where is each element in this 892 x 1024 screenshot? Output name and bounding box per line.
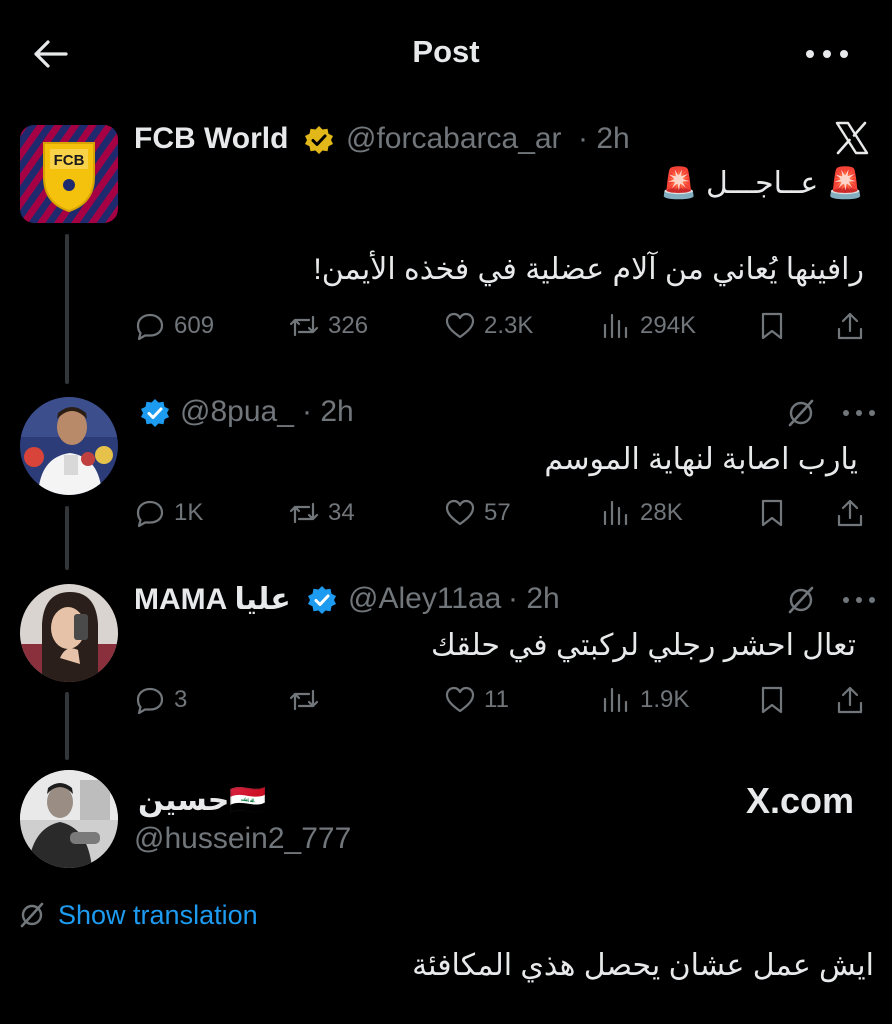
x-logo-icon [835, 121, 869, 155]
repost-count: 326 [328, 312, 369, 339]
verified-blue-badge-icon [308, 586, 336, 614]
reply-count: 609 [174, 312, 215, 339]
author-name[interactable]: حسين🇮🇶 [138, 783, 267, 818]
reply-count: 1K [174, 499, 204, 526]
bookmark-icon [761, 312, 783, 340]
action-bar: 609 326 2.3K 294K [134, 306, 874, 346]
reply-button[interactable]: 1K [134, 493, 203, 533]
repost-button[interactable]: 326 [288, 306, 368, 346]
svg-text:FCB: FCB [54, 152, 85, 169]
author-name[interactable]: MAMA عليا [134, 582, 291, 617]
share-icon [837, 686, 863, 714]
repost-icon [289, 315, 319, 337]
heart-icon [445, 312, 475, 339]
translate-icon [20, 902, 44, 928]
more-horizontal-icon[interactable] [804, 44, 850, 64]
repost-count: 34 [328, 499, 355, 526]
author-handle[interactable]: @hussein2_777 [134, 822, 351, 856]
thread-line [65, 234, 69, 384]
post-time[interactable]: · 2h [508, 582, 560, 616]
post-text: 🚨 عــاجـــل 🚨 [660, 167, 864, 200]
bookmark-button[interactable] [756, 680, 796, 720]
share-button[interactable] [834, 493, 874, 533]
view-count: 294K [640, 312, 697, 339]
views-button[interactable]: 1.9K [600, 680, 689, 720]
reply-icon [136, 313, 164, 341]
reply-icon [136, 687, 164, 715]
reply-button[interactable]: 3 [134, 680, 187, 720]
bookmark-icon [761, 686, 783, 714]
share-icon [837, 312, 863, 340]
action-bar: 3 11 1.9K [134, 680, 874, 720]
bookmark-icon [761, 499, 783, 527]
grok-icon[interactable] [786, 585, 816, 615]
share-icon [837, 499, 863, 527]
thread-line [65, 692, 69, 760]
repost-icon [289, 502, 319, 524]
show-translation-label: Show translation [58, 899, 258, 930]
reply-button[interactable]: 609 [134, 306, 214, 346]
post-text: تعال احشر رجلي لركبتي في حلقك [431, 629, 856, 662]
author-handle[interactable]: @forcabarca_ar [346, 122, 562, 156]
views-icon [603, 313, 628, 339]
verified-gold-badge-icon [305, 126, 333, 154]
view-count: 28K [640, 499, 683, 526]
author-name[interactable]: FCB World [134, 122, 288, 156]
author-handle[interactable]: @Aley11aa [348, 582, 501, 616]
page-title: Post [412, 34, 480, 69]
reply-icon [136, 500, 164, 528]
like-button[interactable]: 57 [444, 493, 511, 533]
views-button[interactable]: 28K [600, 493, 683, 533]
view-count: 1.9K [640, 686, 690, 713]
heart-icon [445, 686, 475, 713]
thread-line [65, 506, 69, 570]
avatar[interactable] [20, 397, 118, 495]
post-text: رافينها يُعاني من آلام عضلية في فخذه الأ… [313, 253, 864, 286]
repost-icon [289, 689, 319, 711]
post-time[interactable]: · 2h [302, 395, 354, 429]
views-icon [603, 687, 628, 713]
like-count: 11 [484, 686, 509, 713]
post-text: يارب اصابة لنهاية الموسم [544, 443, 858, 476]
show-translation-link[interactable]: Show translation [18, 898, 258, 932]
more-horizontal-icon[interactable] [842, 594, 876, 606]
post-time[interactable]: · 2h [578, 122, 630, 156]
verified-blue-badge-icon [141, 399, 169, 427]
repost-button[interactable]: 34 [288, 493, 355, 533]
like-button[interactable]: 2.3K [444, 306, 533, 346]
share-button[interactable] [834, 680, 874, 720]
avatar[interactable]: FCB [20, 125, 118, 223]
post-text: ايش عمل عشان يحصل هذي المكافئة [412, 949, 874, 982]
top-bar: Post [0, 0, 892, 106]
more-horizontal-icon[interactable] [842, 407, 876, 419]
repost-button[interactable] [288, 680, 328, 720]
like-button[interactable]: 11 [444, 680, 509, 720]
heart-icon [445, 499, 475, 526]
avatar[interactable] [20, 770, 118, 868]
views-button[interactable]: 294K [600, 306, 696, 346]
views-icon [603, 500, 628, 526]
author-handle[interactable]: @8pua_ [180, 395, 294, 429]
site-watermark: X.com [745, 780, 854, 821]
share-button[interactable] [834, 306, 874, 346]
like-count: 2.3K [484, 312, 534, 339]
avatar[interactable] [20, 584, 118, 682]
bookmark-button[interactable] [756, 493, 796, 533]
like-count: 57 [484, 499, 511, 526]
action-bar: 1K 34 57 28K [134, 493, 874, 533]
reply-count: 3 [174, 686, 188, 713]
grok-icon[interactable] [786, 398, 816, 428]
bookmark-button[interactable] [756, 306, 796, 346]
